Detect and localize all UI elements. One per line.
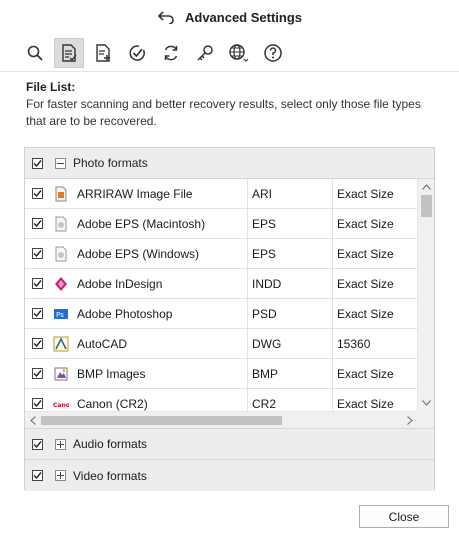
eps-icon bbox=[43, 216, 77, 232]
size-cell: Exact Size bbox=[337, 246, 394, 261]
extension-cell: EPS bbox=[248, 239, 333, 268]
help-icon[interactable] bbox=[258, 38, 288, 68]
globe-icon[interactable] bbox=[224, 38, 254, 68]
back-arrow-icon[interactable] bbox=[157, 10, 175, 24]
name-cell: ARRIRAW Image File bbox=[25, 179, 248, 208]
file-list-icon[interactable] bbox=[54, 37, 84, 68]
extension-cell: BMP bbox=[248, 359, 333, 388]
svg-text:Canon: Canon bbox=[53, 402, 69, 409]
extension-cell: DWG bbox=[248, 329, 333, 358]
table-row[interactable]: Adobe InDesign INDD Exact Size bbox=[25, 269, 434, 299]
size-cell: Exact Size bbox=[337, 276, 394, 291]
name-cell: Adobe EPS (Macintosh) bbox=[25, 209, 248, 238]
close-button[interactable]: Close bbox=[359, 505, 449, 528]
scroll-up-icon[interactable] bbox=[421, 182, 431, 192]
row-checkbox[interactable] bbox=[32, 308, 43, 319]
vertical-scroll-thumb[interactable] bbox=[421, 195, 432, 217]
audio-formats-checkbox[interactable] bbox=[32, 438, 43, 450]
file-type-name: Adobe Photoshop bbox=[77, 306, 173, 321]
table-row[interactable]: ARRIRAW Image File ARI Exact Size bbox=[25, 179, 434, 209]
horizontal-scrollbar[interactable] bbox=[25, 411, 418, 428]
table-row[interactable]: Ps Adobe Photoshop PSD Exact Size bbox=[25, 299, 434, 329]
file-list-description: For faster scanning and better recovery … bbox=[26, 97, 421, 128]
file-type-name: Adobe EPS (Macintosh) bbox=[77, 216, 206, 231]
scroll-left-icon[interactable] bbox=[28, 415, 38, 425]
expand-icon[interactable] bbox=[55, 438, 66, 450]
arriraw-icon bbox=[43, 186, 77, 202]
expand-icon[interactable] bbox=[55, 470, 66, 481]
name-cell: Adobe InDesign bbox=[25, 269, 248, 298]
file-type-name: AutoCAD bbox=[77, 336, 128, 351]
svg-text:Ps: Ps bbox=[56, 311, 64, 319]
name-cell: Adobe EPS (Windows) bbox=[25, 239, 248, 268]
name-cell: Ps Adobe Photoshop bbox=[25, 299, 248, 328]
photoshop-icon: Ps bbox=[43, 306, 77, 322]
scroll-corner bbox=[417, 411, 434, 428]
table-row[interactable]: Adobe EPS (Windows) EPS Exact Size bbox=[25, 239, 434, 269]
file-type-name: BMP Images bbox=[77, 366, 146, 381]
key-icon[interactable] bbox=[190, 38, 220, 68]
size-cell: Exact Size bbox=[337, 366, 394, 381]
eps-icon bbox=[43, 246, 77, 262]
file-type-name: Adobe InDesign bbox=[77, 276, 163, 291]
file-type-name: Canon (CR2) bbox=[77, 396, 148, 411]
file-types-panel: Photo formats ARRIRAW Image File ARI Exact… bbox=[24, 147, 435, 491]
search-icon[interactable] bbox=[20, 38, 50, 68]
group-header-audio[interactable]: Audio formats bbox=[25, 429, 434, 460]
check-circle-icon[interactable] bbox=[122, 38, 152, 68]
photo-formats-list[interactable]: ARRIRAW Image File ARI Exact Size Adobe EPS… bbox=[25, 179, 434, 429]
group-header-video[interactable]: Video formats bbox=[25, 460, 434, 491]
table-row[interactable]: BMP Images BMP Exact Size bbox=[25, 359, 434, 389]
scroll-down-icon[interactable] bbox=[421, 398, 431, 408]
autocad-icon bbox=[43, 336, 77, 352]
toolbar bbox=[0, 34, 459, 72]
extension-cell: PSD bbox=[248, 299, 333, 328]
add-file-icon[interactable] bbox=[88, 38, 118, 68]
group-label: Audio formats bbox=[73, 437, 148, 451]
name-cell: AutoCAD bbox=[25, 329, 248, 358]
row-checkbox[interactable] bbox=[32, 398, 43, 409]
row-checkbox[interactable] bbox=[32, 368, 43, 379]
indesign-icon bbox=[43, 276, 77, 292]
row-checkbox[interactable] bbox=[32, 278, 43, 289]
group-label: Photo formats bbox=[73, 156, 148, 170]
size-cell: 15360 bbox=[337, 336, 371, 351]
row-checkbox[interactable] bbox=[32, 338, 43, 349]
extension-cell: INDD bbox=[248, 269, 333, 298]
size-cell: Exact Size bbox=[337, 306, 394, 321]
table-row[interactable]: AutoCAD DWG 15360 bbox=[25, 329, 434, 359]
horizontal-scroll-thumb[interactable] bbox=[41, 416, 282, 425]
table-row[interactable]: Adobe EPS (Macintosh) EPS Exact Size bbox=[25, 209, 434, 239]
vertical-scrollbar[interactable] bbox=[417, 179, 434, 411]
group-header-photo[interactable]: Photo formats bbox=[25, 148, 434, 179]
group-label: Video formats bbox=[73, 468, 147, 483]
row-checkbox[interactable] bbox=[32, 218, 43, 229]
scroll-right-icon[interactable] bbox=[405, 415, 415, 425]
extension-cell: EPS bbox=[248, 209, 333, 238]
title-bar: Advanced Settings bbox=[0, 0, 459, 34]
photo-formats-checkbox[interactable] bbox=[32, 157, 43, 169]
refresh-icon[interactable] bbox=[156, 38, 186, 68]
collapse-icon[interactable] bbox=[55, 157, 66, 169]
size-cell: Exact Size bbox=[337, 186, 394, 201]
file-list-section: File List: For faster scanning and bette… bbox=[26, 79, 436, 130]
file-type-name: Adobe EPS (Windows) bbox=[77, 246, 200, 261]
size-cell: Exact Size bbox=[337, 216, 394, 231]
file-list-heading: File List: bbox=[26, 80, 76, 94]
file-type-name: ARRIRAW Image File bbox=[77, 186, 193, 201]
name-cell: BMP Images bbox=[25, 359, 248, 388]
video-formats-checkbox[interactable] bbox=[32, 470, 43, 481]
extension-cell: ARI bbox=[248, 179, 333, 208]
row-checkbox[interactable] bbox=[32, 188, 43, 199]
bmp-icon bbox=[43, 366, 77, 382]
row-checkbox[interactable] bbox=[32, 248, 43, 259]
canon-icon: Canon bbox=[43, 396, 77, 412]
window-title: Advanced Settings bbox=[184, 9, 303, 25]
